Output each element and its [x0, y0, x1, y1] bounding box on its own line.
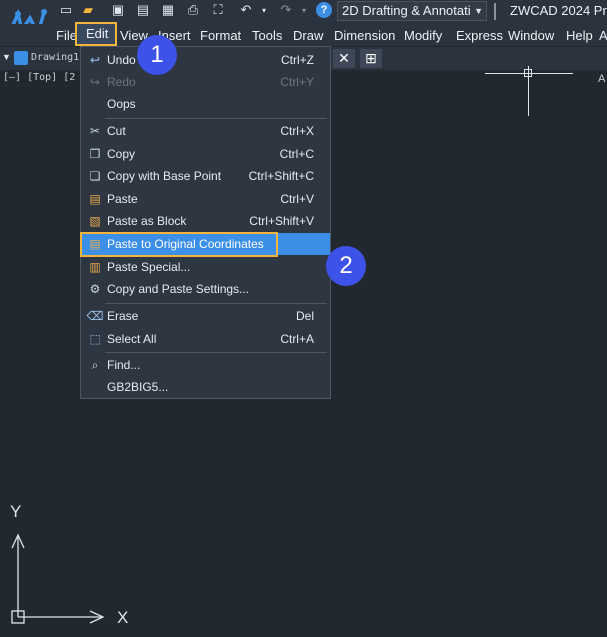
menu-help[interactable]: Help [566, 28, 593, 43]
menu-item-oops[interactable]: Oops [81, 93, 330, 115]
batch-plot-icon[interactable]: ▦ [160, 2, 176, 18]
save-icon[interactable]: ▣ [110, 2, 126, 18]
menu-edit[interactable]: Edit [75, 22, 117, 46]
menu-item-copy-paste-settings[interactable]: ⚙ Copy and Paste Settings... [81, 278, 330, 300]
undo-dropdown-icon[interactable]: ▾ [256, 2, 272, 18]
menu-overflow[interactable]: A [599, 28, 607, 43]
menu-modify[interactable]: Modify [404, 28, 442, 43]
menu-item-copy[interactable]: ❐ Copy Ctrl+C [81, 143, 330, 165]
menu-file[interactable]: File [56, 28, 77, 43]
plot-preview-icon[interactable]: ⛶ [210, 2, 226, 18]
tab-menu-icon[interactable]: ▼ [2, 52, 11, 62]
menu-item-select-all[interactable]: ⬚ Select All Ctrl+A [81, 328, 330, 350]
menu-item-paste[interactable]: ▤ Paste Ctrl+V [81, 188, 330, 210]
menu-item-copy-base-point[interactable]: ❏ Copy with Base Point Ctrl+Shift+C [81, 165, 330, 187]
chevron-down-icon: ▼ [474, 6, 483, 16]
menu-separator [105, 118, 327, 119]
menu-format[interactable]: Format [200, 28, 241, 43]
menu-item-gb2big5[interactable]: GB2BIG5... [81, 376, 330, 398]
menu-separator [105, 303, 327, 304]
new-icon[interactable]: ▭ [58, 2, 74, 18]
undo-icon[interactable]: ↶ [238, 2, 254, 18]
paste-settings-icon: ⚙ [89, 282, 101, 296]
menu-window[interactable]: Window [508, 28, 554, 43]
quick-access-toolbar: ▭ ▰ ▣ ▤ ▦ ⎙ ⛶ ↶ ▾ ↷ ▾ ? 2D Drafting & An… [0, 0, 607, 39]
viewport-edge-label: A [598, 73, 606, 85]
app-title: ZWCAD 2024 Prof [510, 3, 607, 18]
paste-special-icon: ▥ [89, 260, 101, 274]
paste-icon: ▤ [89, 192, 101, 206]
menu-edit-label: Edit [86, 26, 109, 41]
document-tab-label[interactable]: Drawing1 [31, 52, 79, 63]
open-icon[interactable]: ▰ [80, 2, 96, 18]
new-tab-button[interactable]: ⊞ [360, 49, 382, 68]
workspace-value: 2D Drafting & Annotati [342, 3, 471, 18]
step-badge-1: 1 [137, 35, 177, 75]
copy-icon: ❐ [89, 147, 101, 161]
menu-item-undo[interactable]: ↩ Undo Ctrl+Z [81, 49, 330, 71]
ucs-x-label: X [117, 608, 129, 627]
menu-item-paste-as-block[interactable]: ▧ Paste as Block Ctrl+Shift+V [81, 210, 330, 232]
crosshair-pickbox [524, 69, 532, 77]
menu-item-paste-special[interactable]: ▥ Paste Special... [81, 256, 330, 278]
save-as-icon[interactable]: ▤ [135, 2, 151, 18]
menu-item-cut[interactable]: ✂ Cut Ctrl+X [81, 120, 330, 142]
menu-item-redo[interactable]: ↪ Redo Ctrl+Y [81, 71, 330, 93]
erase-icon: ⌫ [86, 309, 104, 323]
undo-icon: ↩ [89, 53, 101, 67]
menu-express[interactable]: Express [456, 28, 503, 43]
highlight-paste-original [80, 232, 278, 257]
select-all-icon: ⬚ [89, 332, 101, 346]
redo-icon: ↪ [89, 75, 101, 89]
menu-dimension[interactable]: Dimension [334, 28, 395, 43]
workspace-select[interactable]: 2D Drafting & Annotati ▼ [337, 1, 487, 21]
menu-draw[interactable]: Draw [293, 28, 323, 43]
plot-icon[interactable]: ⎙ [185, 2, 201, 18]
close-tab-button[interactable]: ✕ [333, 49, 355, 68]
find-icon: ⌕ [91, 357, 99, 372]
redo-icon[interactable]: ↷ [278, 2, 294, 18]
cut-icon: ✂ [89, 124, 101, 138]
add-icon: ⊞ [365, 50, 377, 66]
step-badge-2: 2 [326, 246, 366, 286]
ucs-y-label: Y [10, 502, 22, 521]
help-icon[interactable]: ? [316, 2, 332, 18]
menu-tools[interactable]: Tools [252, 28, 282, 43]
menu-item-erase[interactable]: ⌫ Erase Del [81, 305, 330, 327]
edit-menu-dropdown: ↩ Undo Ctrl+Z ↪ Redo Ctrl+Y Oops ✂ Cut C… [80, 46, 331, 399]
copy-base-icon: ❏ [89, 169, 101, 183]
menu-item-find[interactable]: ⌕ Find... [81, 354, 330, 376]
viewport-controls[interactable]: [—] [Top] [2 [3, 72, 75, 83]
title-separator [494, 3, 496, 20]
paste-block-icon: ▧ [89, 214, 101, 228]
close-icon: ✕ [338, 50, 350, 66]
redo-dropdown-icon[interactable]: ▾ [296, 2, 312, 18]
dwg-file-icon [14, 51, 28, 65]
menu-separator [105, 352, 327, 353]
